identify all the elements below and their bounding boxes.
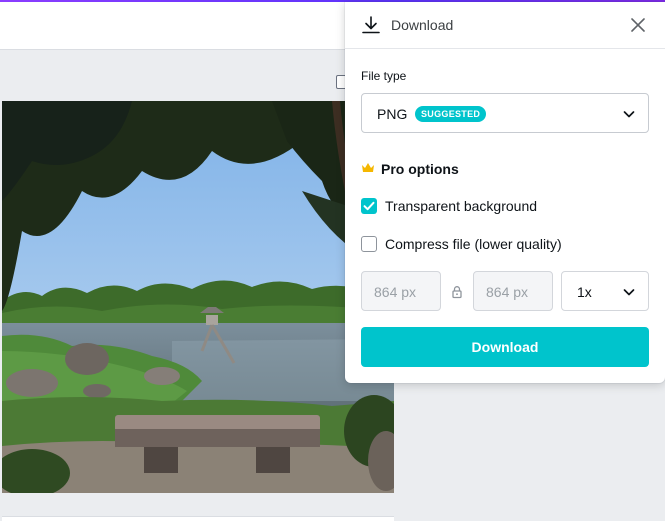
garden-pond-photo <box>2 101 394 493</box>
transparent-background-option[interactable]: Transparent background <box>361 196 641 216</box>
width-value: 864 px <box>374 284 417 300</box>
suggested-badge: SUGGESTED <box>415 106 487 122</box>
chevron-down-icon <box>623 111 635 118</box>
crown-icon <box>362 163 374 172</box>
lock-icon[interactable] <box>451 285 463 299</box>
panel-header: Download <box>345 2 665 49</box>
checkmark-icon <box>363 201 375 211</box>
pro-options-title: Pro options <box>381 161 459 177</box>
height-input[interactable]: 864 px <box>473 271 553 311</box>
next-page-strip <box>2 516 394 521</box>
file-type-select[interactable]: PNG SUGGESTED <box>361 93 649 133</box>
width-input[interactable]: 864 px <box>361 271 441 311</box>
height-value: 864 px <box>486 284 529 300</box>
download-icon <box>362 16 380 34</box>
file-type-value: PNG <box>377 106 408 122</box>
scale-select[interactable]: 1x <box>561 271 649 311</box>
download-button[interactable]: Download <box>361 327 649 367</box>
compress-file-checkbox[interactable] <box>361 236 377 252</box>
transparent-background-checkbox[interactable] <box>361 198 377 214</box>
file-type-label: File type <box>361 69 407 83</box>
scale-value: 1x <box>577 284 592 300</box>
compress-file-label: Compress file (lower quality) <box>385 236 562 252</box>
chevron-down-icon <box>623 289 635 296</box>
download-panel: Download File type PNG SUGGESTED Pro opt… <box>345 2 665 383</box>
close-icon[interactable] <box>629 16 647 34</box>
transparent-background-label: Transparent background <box>385 198 538 214</box>
design-canvas-photo[interactable] <box>2 101 394 493</box>
compress-file-option[interactable]: Compress file (lower quality) <box>361 234 641 254</box>
panel-title: Download <box>391 17 454 33</box>
